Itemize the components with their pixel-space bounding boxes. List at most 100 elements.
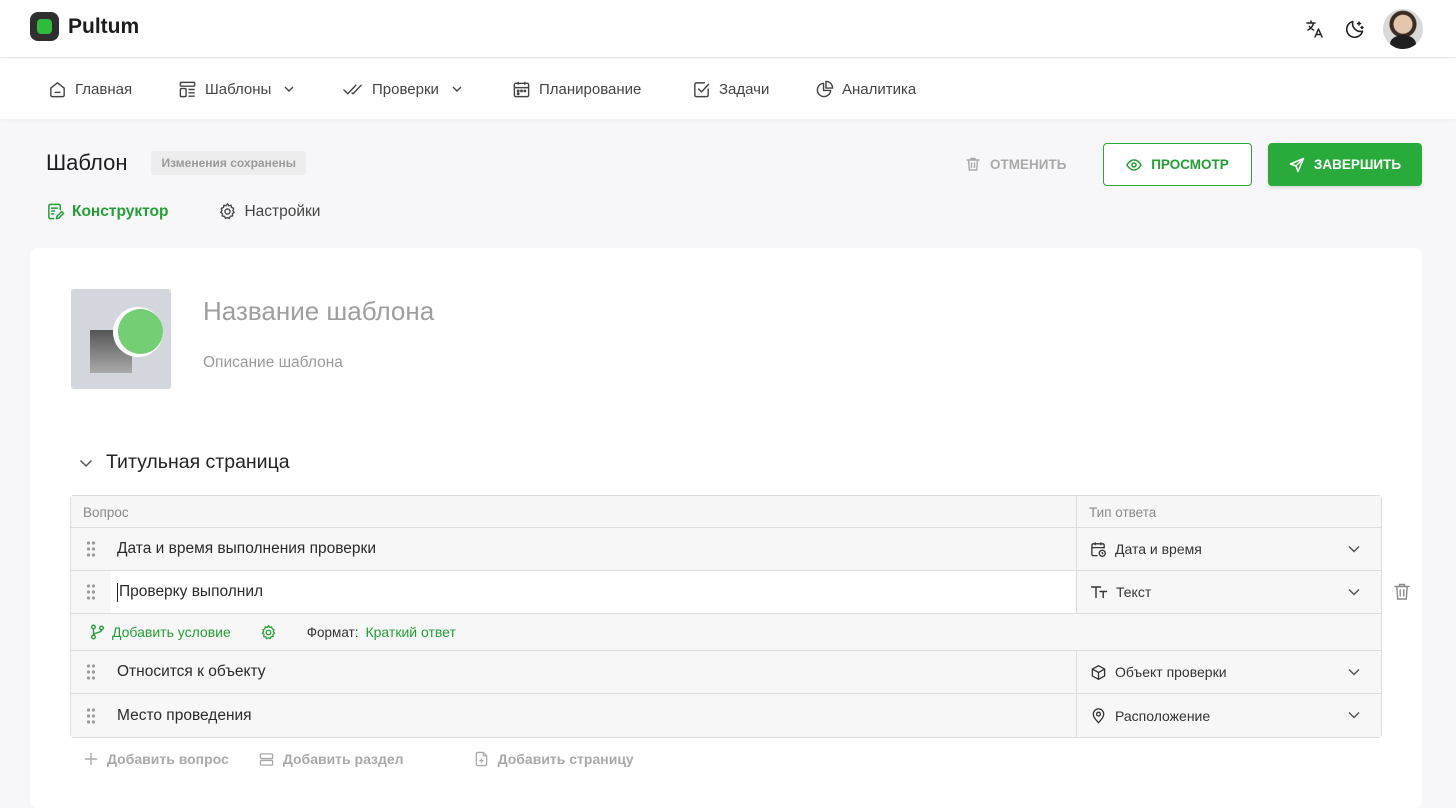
nav-item-checks[interactable]: Проверки xyxy=(342,59,463,119)
home-icon xyxy=(48,80,67,99)
question-text[interactable]: Дата и время выполнения проверки xyxy=(111,540,376,558)
add-condition-button[interactable]: Добавить условие xyxy=(90,624,231,640)
drag-handle-icon[interactable] xyxy=(71,583,111,601)
preview-button[interactable]: ПРОСМОТР xyxy=(1103,143,1252,186)
add-question-button[interactable]: Добавить вопрос xyxy=(84,751,229,767)
delete-question-icon[interactable] xyxy=(1393,582,1411,601)
chevron-down-icon xyxy=(451,83,463,95)
cube-icon xyxy=(1090,664,1107,681)
nav-item-label: Проверки xyxy=(372,80,439,98)
column-header-question: Вопрос xyxy=(71,496,1077,527)
answer-type-label: Объект проверки xyxy=(1115,664,1227,680)
main-nav: Главная Шаблоны Проверки Планирование За… xyxy=(0,59,1456,119)
avatar[interactable] xyxy=(1383,9,1423,49)
answer-type-label: Расположение xyxy=(1115,707,1211,724)
drag-handle-icon[interactable] xyxy=(71,540,111,558)
top-bar: Pultum xyxy=(0,0,1456,58)
edit-list-icon xyxy=(46,202,65,221)
answer-type-select[interactable]: Объект проверки xyxy=(1077,651,1381,693)
nav-item-planning[interactable]: Планирование xyxy=(512,59,641,119)
nav-item-label: Главная xyxy=(75,80,133,98)
nav-item-tasks[interactable]: Задачи xyxy=(692,59,769,119)
nav-item-home[interactable]: Главная xyxy=(48,59,132,119)
drag-handle-icon[interactable] xyxy=(71,663,111,681)
table-row[interactable]: Место проведения Расположение xyxy=(71,694,1381,737)
tab-settings[interactable]: Настройки xyxy=(218,202,320,221)
questions-table: Вопрос Тип ответа Дата и время выполнени… xyxy=(70,495,1410,738)
plus-icon xyxy=(84,752,98,766)
pie-chart-icon xyxy=(815,80,834,99)
format-value-link[interactable]: Краткий ответ xyxy=(365,624,455,640)
preview-label: ПРОСМОТР xyxy=(1151,157,1229,172)
nav-item-templates[interactable]: Шаблоны xyxy=(178,59,295,119)
calendar-clock-icon xyxy=(1090,541,1107,558)
tab-label: Настройки xyxy=(244,202,321,220)
template-name-input[interactable]: Название шаблона xyxy=(203,296,434,327)
gear-icon[interactable] xyxy=(260,624,277,641)
question-options-row: Добавить условие Формат: Краткий ответ xyxy=(71,614,1381,651)
tab-label: Конструктор xyxy=(72,202,169,220)
chevron-down-icon xyxy=(1347,708,1361,722)
add-condition-label: Добавить условие xyxy=(112,624,231,640)
calendar-icon xyxy=(512,80,531,99)
nav-item-label: Планирование xyxy=(539,80,642,98)
table-row[interactable]: Дата и время выполнения проверки Дата и … xyxy=(71,528,1381,571)
template-description-input[interactable]: Описание шаблона xyxy=(203,354,343,372)
text-cursor xyxy=(117,582,118,602)
top-right-controls xyxy=(1303,9,1423,49)
chevron-down-icon xyxy=(78,455,94,471)
app-logo[interactable]: Pultum xyxy=(30,12,139,41)
page-title: Шаблон xyxy=(46,150,128,175)
translate-icon[interactable] xyxy=(1303,17,1327,41)
templates-icon xyxy=(178,80,197,99)
cancel-button[interactable]: ОТМЕНИТЬ xyxy=(965,152,1066,176)
answer-type-select[interactable]: Расположение xyxy=(1077,694,1381,737)
trash-icon xyxy=(965,156,981,172)
page-header: Шаблон Изменения сохранены xyxy=(46,150,307,176)
table-row-active[interactable]: Проверку выполнил Текст xyxy=(71,571,1410,614)
eye-icon xyxy=(1126,157,1143,173)
table-header: Вопрос Тип ответа xyxy=(71,496,1381,528)
table-row[interactable]: Относится к объекту Объект проверки xyxy=(71,651,1381,694)
gear-icon xyxy=(218,202,237,221)
answer-type-label: Дата и время xyxy=(1115,541,1202,557)
nav-item-label: Шаблоны xyxy=(205,80,272,98)
add-section-label: Добавить раздел xyxy=(282,751,404,767)
nav-item-label: Задачи xyxy=(719,80,770,98)
chevron-down-icon xyxy=(1347,542,1361,556)
cancel-label: ОТМЕНИТЬ xyxy=(990,156,1067,172)
chevron-down-icon xyxy=(283,83,295,95)
branch-icon xyxy=(90,624,105,640)
nav-item-label: Аналитика xyxy=(842,80,917,98)
app-name: Pultum xyxy=(68,14,140,38)
nav-item-analytics[interactable]: Аналитика xyxy=(815,59,916,119)
tab-constructor[interactable]: Конструктор xyxy=(46,202,168,221)
section-header[interactable]: Титульная страница xyxy=(78,451,290,474)
add-page-icon xyxy=(474,751,489,767)
answer-type-select[interactable]: Текст xyxy=(1077,571,1410,613)
add-page-button[interactable]: Добавить страницу xyxy=(474,751,634,767)
finish-label: ЗАВЕРШИТЬ xyxy=(1313,157,1402,172)
page-tabs: Конструктор Настройки xyxy=(46,202,320,221)
chevron-down-icon xyxy=(1347,585,1361,599)
question-text: Проверку выполнил xyxy=(119,583,264,600)
question-text[interactable]: Относится к объекту xyxy=(111,663,265,681)
answer-type-select[interactable]: Дата и время xyxy=(1077,528,1381,570)
checks-icon xyxy=(342,80,364,99)
section-title: Титульная страница xyxy=(106,451,290,473)
section-icon xyxy=(259,752,274,767)
drag-handle-icon[interactable] xyxy=(71,707,111,725)
add-section-button[interactable]: Добавить раздел xyxy=(259,751,404,767)
placeholder-circle-shape xyxy=(118,309,163,354)
template-editor-card: Название шаблона Описание шаблона Титуль… xyxy=(30,248,1422,808)
add-actions-bar: Добавить вопрос Добавить раздел Добавить… xyxy=(84,751,634,767)
add-question-label: Добавить вопрос xyxy=(107,751,229,767)
dark-mode-icon[interactable] xyxy=(1343,17,1367,41)
text-type-icon xyxy=(1090,584,1108,600)
format-label: Формат: xyxy=(306,624,359,640)
finish-button[interactable]: ЗАВЕРШИТЬ xyxy=(1268,143,1422,186)
question-text-input[interactable]: Проверку выполнил xyxy=(111,571,1076,613)
template-image[interactable] xyxy=(71,289,171,389)
task-icon xyxy=(692,80,711,99)
question-text[interactable]: Место проведения xyxy=(111,707,252,725)
